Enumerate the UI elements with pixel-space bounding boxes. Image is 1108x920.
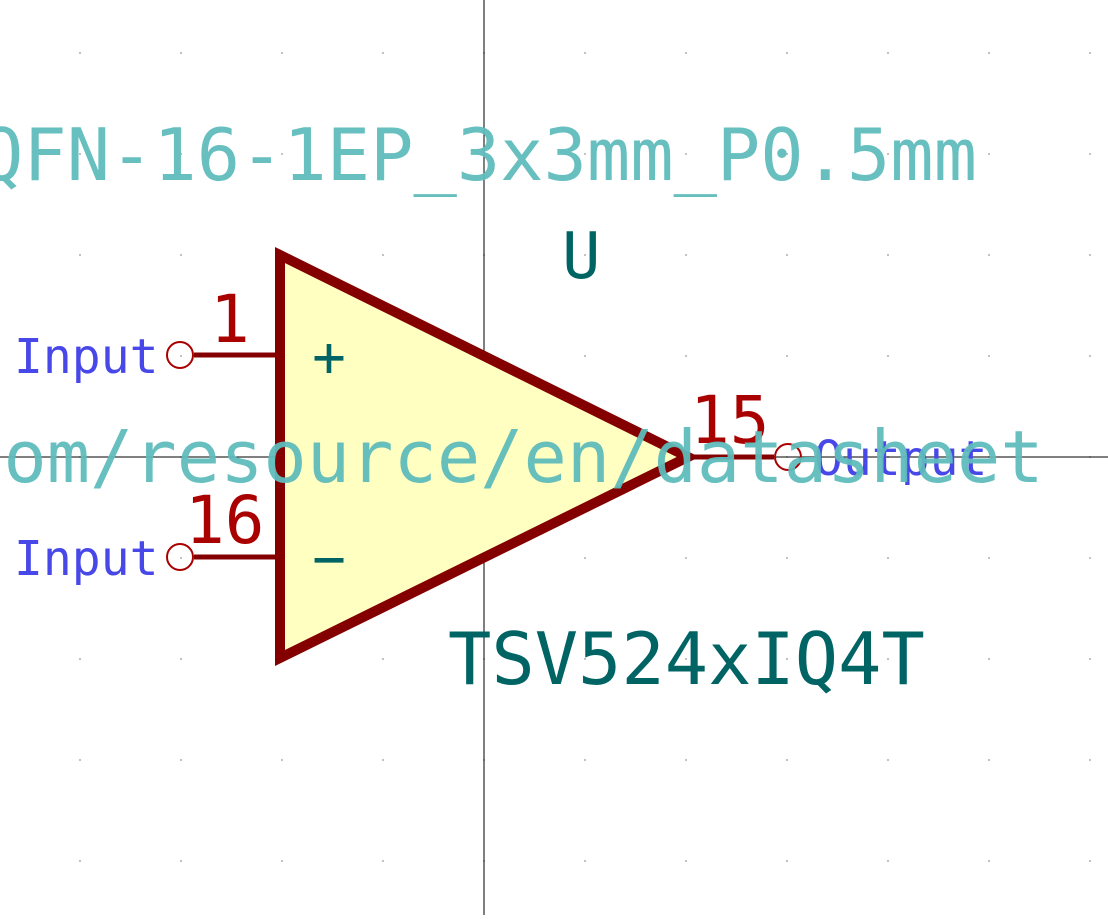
grid-dot xyxy=(1089,254,1091,256)
grid-dot xyxy=(382,860,384,862)
pin-1-number: 1 xyxy=(210,281,250,358)
grid-dot xyxy=(988,254,990,256)
grid-dot xyxy=(180,557,182,559)
grid-dot xyxy=(988,759,990,761)
pin-1-connection-point[interactable] xyxy=(166,341,194,369)
grid-dot xyxy=(382,658,384,660)
grid-dot xyxy=(988,52,990,54)
grid-dot xyxy=(1089,557,1091,559)
grid-dot xyxy=(584,557,586,559)
grid-dot xyxy=(887,557,889,559)
grid-dot xyxy=(786,52,788,54)
grid-dot xyxy=(584,355,586,357)
grid-dot xyxy=(887,759,889,761)
grid-dot xyxy=(79,52,81,54)
grid-dot xyxy=(887,355,889,357)
grid-dot xyxy=(281,759,283,761)
grid-dot xyxy=(79,254,81,256)
minus-sign-icon: − xyxy=(312,527,346,592)
grid-dot xyxy=(786,557,788,559)
grid-dot xyxy=(786,860,788,862)
grid-dot xyxy=(786,355,788,357)
grid-dot xyxy=(786,759,788,761)
datasheet-field[interactable]: com/resource/en/datasheet xyxy=(0,415,1044,499)
grid-dot xyxy=(685,254,687,256)
grid-dot xyxy=(988,153,990,155)
grid-dot xyxy=(685,355,687,357)
grid-dot xyxy=(79,658,81,660)
grid-dot xyxy=(685,759,687,761)
grid-dot xyxy=(79,759,81,761)
schematic-svg: QFN-16-1EP_3x3mm_P0.5mm U 1 Input + 16 I… xyxy=(0,0,1108,915)
grid-dot xyxy=(281,52,283,54)
grid-dot xyxy=(382,52,384,54)
grid-dot xyxy=(281,860,283,862)
grid-dot xyxy=(887,254,889,256)
grid-dot xyxy=(180,254,182,256)
grid-dot xyxy=(988,355,990,357)
grid-dot xyxy=(1089,153,1091,155)
grid-dot xyxy=(685,557,687,559)
grid-dot xyxy=(786,254,788,256)
grid-dot xyxy=(180,52,182,54)
grid-dot xyxy=(180,355,182,357)
grid-dot xyxy=(79,860,81,862)
grid-dot xyxy=(382,254,384,256)
grid-dot xyxy=(180,759,182,761)
grid-dot xyxy=(1089,658,1091,660)
grid-dot xyxy=(685,52,687,54)
grid-dot xyxy=(988,658,990,660)
grid-dot xyxy=(988,860,990,862)
grid-dot xyxy=(584,52,586,54)
grid-dot xyxy=(180,658,182,660)
grid-dot xyxy=(887,860,889,862)
pin-16-name: Input xyxy=(14,531,159,587)
grid-dot xyxy=(988,557,990,559)
grid-dot xyxy=(382,759,384,761)
value-field[interactable]: TSV524xIQ4T xyxy=(448,617,925,701)
grid-dot xyxy=(685,860,687,862)
plus-sign-icon: + xyxy=(312,325,346,390)
grid-dot xyxy=(1089,860,1091,862)
schematic-symbol-canvas: QFN-16-1EP_3x3mm_P0.5mm U 1 Input + 16 I… xyxy=(0,0,1108,915)
grid-dot xyxy=(1089,52,1091,54)
pin-1-name: Input xyxy=(14,329,159,385)
grid-dot xyxy=(180,860,182,862)
grid-dot xyxy=(1089,355,1091,357)
grid-dot xyxy=(584,759,586,761)
grid-dot xyxy=(887,52,889,54)
grid-dot xyxy=(1089,759,1091,761)
footprint-field[interactable]: QFN-16-1EP_3x3mm_P0.5mm xyxy=(0,113,977,197)
reference-designator[interactable]: U xyxy=(562,220,601,294)
grid-dot xyxy=(584,860,586,862)
